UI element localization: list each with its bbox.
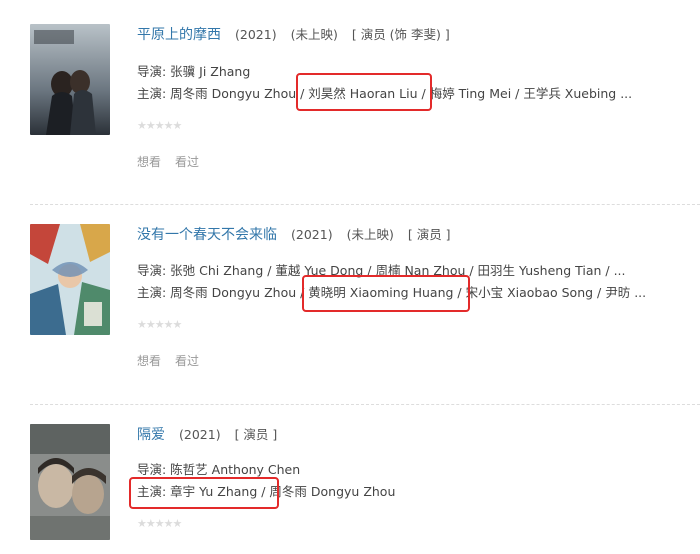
movie-status: (未上映)	[346, 227, 394, 242]
seen-link[interactable]: 看过	[175, 354, 199, 368]
movie-title[interactable]: 平原上的摩西	[137, 27, 221, 43]
movie-director: 导演: 张骥 Ji Zhang	[137, 64, 251, 79]
movie-role: [ 演员 ]	[234, 427, 278, 442]
movie-title[interactable]: 没有一个春天不会来临	[137, 227, 277, 243]
movie-title[interactable]: 隔爱	[137, 427, 165, 443]
rating-stars: ★★★★★	[137, 517, 182, 530]
movie-actions: 想看 看过	[137, 353, 213, 369]
rating-stars: ★★★★★	[137, 119, 182, 132]
divider	[30, 204, 700, 205]
movie-role: [ 演员 (饰 李斐) ]	[351, 27, 450, 42]
movie-role: [ 演员 ]	[407, 227, 451, 242]
movie-actions: 想看 看过	[137, 154, 213, 170]
divider	[30, 404, 700, 405]
movie-status: (未上映)	[290, 27, 338, 42]
movie-year: (2021)	[291, 227, 333, 242]
want-to-see-link[interactable]: 想看	[137, 155, 161, 169]
seen-link[interactable]: 看过	[175, 155, 199, 169]
movie-poster[interactable]	[30, 224, 110, 335]
movie-poster[interactable]	[30, 424, 110, 540]
movie-year: (2021)	[235, 27, 277, 42]
highlight-box	[296, 73, 432, 111]
rating-stars: ★★★★★	[137, 318, 182, 331]
movie-year: (2021)	[179, 427, 221, 442]
highlight-box	[129, 477, 279, 509]
want-to-see-link[interactable]: 想看	[137, 354, 161, 368]
highlight-box	[302, 275, 470, 312]
movie-poster[interactable]	[30, 24, 110, 135]
